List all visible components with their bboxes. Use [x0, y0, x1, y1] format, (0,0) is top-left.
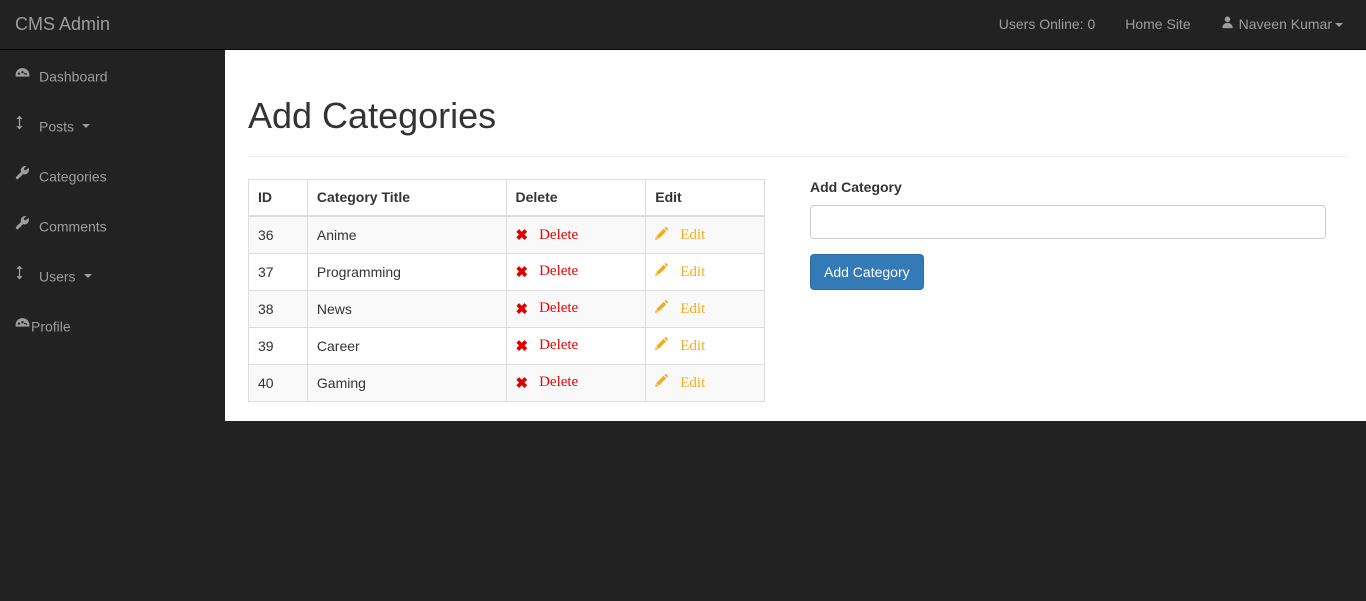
cell-id: 39 [248, 326, 308, 365]
dashboard-icon [15, 300, 31, 350]
add-category-label: Add Category [810, 178, 902, 195]
pencil-icon [655, 263, 669, 279]
content-inner: Add Categories ID Category Title Delete … [225, 50, 1366, 402]
cell-id: 38 [248, 289, 308, 328]
pencil-icon [655, 226, 669, 243]
sidebar-item-label: Categories [39, 168, 107, 185]
categories-table: ID Category Title Delete Edit 36 Anime ✖… [248, 178, 765, 402]
title-divider [248, 155, 1348, 157]
sidebar-item-comments[interactable]: Comments [0, 200, 225, 250]
chevron-down-icon [83, 274, 92, 279]
cell-category-title: Anime [306, 215, 507, 254]
cell-edit: Edit [645, 363, 765, 402]
table-row: 37 Programming ✖ Delete Edit [248, 252, 765, 291]
column-header-id: ID [248, 178, 308, 218]
sidebar-item-categories[interactable]: Categories [0, 150, 225, 200]
cell-edit: Edit [645, 326, 765, 365]
sidebar-item-label: Comments [39, 218, 107, 235]
table-header-row: ID Category Title Delete Edit [248, 178, 765, 218]
cell-id: 36 [248, 215, 308, 254]
cell-category-title: Gaming [306, 363, 507, 402]
column-header-category-title: Category Title [306, 178, 507, 218]
table-row: 39 Career ✖ Delete Edit [248, 326, 765, 365]
sidebar-item-dashboard[interactable]: Dashboard [0, 50, 225, 100]
delete-link[interactable]: Delete [539, 374, 578, 390]
edit-link[interactable]: Edit [680, 375, 705, 391]
chevron-down-icon [82, 124, 91, 129]
cell-delete: ✖ Delete [505, 215, 647, 254]
user-dropdown-toggle[interactable]: Naveen Kumar [1206, 0, 1358, 49]
column-header-edit: Edit [645, 178, 765, 218]
user-icon [1221, 0, 1234, 49]
edit-link[interactable]: Edit [680, 227, 705, 243]
sidebar-item-users[interactable]: Users [0, 250, 225, 300]
sidebar-item-profile[interactable]: Profile [0, 300, 225, 350]
content-columns: ID Category Title Delete Edit 36 Anime ✖… [248, 178, 1348, 402]
edit-link[interactable]: Edit [680, 301, 705, 317]
page-title: Add Categories [248, 95, 497, 136]
table-head: ID Category Title Delete Edit [248, 178, 765, 218]
delete-link[interactable]: Delete [539, 300, 578, 316]
user-dropdown-label: Naveen Kumar [1238, 16, 1332, 32]
pencil-icon [655, 337, 669, 353]
column-header-delete: Delete [505, 178, 647, 218]
add-category-form-column: Add Category Add Category [810, 179, 1326, 402]
arrows-v-icon [15, 100, 33, 150]
cell-edit: Edit [645, 215, 765, 254]
sidebar-item-label: Dashboard [39, 68, 108, 85]
wrench-icon [15, 150, 33, 200]
users-online-link[interactable]: Users Online: 0 [984, 0, 1110, 49]
navbar-right-menu: Users Online: 0 Home Site Naveen Kumar [984, 0, 1358, 49]
delete-link[interactable]: Delete [539, 263, 578, 279]
top-navbar: CMS Admin Users Online: 0 Home Site Nave… [0, 0, 1366, 50]
table-row: 38 News ✖ Delete Edit [248, 289, 765, 328]
table-row: 40 Gaming ✖ Delete Edit [248, 363, 765, 402]
edit-link[interactable]: Edit [680, 264, 705, 280]
cell-edit: Edit [645, 252, 765, 291]
cell-delete: ✖ Delete [505, 326, 647, 365]
main-content: Add Categories ID Category Title Delete … [225, 50, 1366, 421]
pencil-icon [655, 374, 669, 390]
sidebar-item-label: Posts [39, 118, 75, 135]
cell-id: 40 [248, 363, 308, 402]
sidebar-item-label: Profile [31, 318, 71, 335]
delete-link[interactable]: Delete [539, 337, 578, 353]
times-icon: ✖ [515, 337, 529, 355]
sidebar-item-label: Users [39, 268, 76, 285]
categories-table-column: ID Category Title Delete Edit 36 Anime ✖… [248, 178, 781, 402]
times-icon: ✖ [515, 226, 529, 244]
wrench-icon [15, 200, 33, 250]
cell-category-title: Career [306, 326, 507, 365]
table-body: 36 Anime ✖ Delete Edit 37 Programming ✖ … [248, 215, 765, 402]
cell-id: 37 [248, 252, 308, 291]
home-site-link[interactable]: Home Site [1110, 0, 1205, 49]
times-icon: ✖ [515, 300, 529, 318]
cell-edit: Edit [645, 289, 765, 328]
sidebar: Dashboard Posts Categories Comments User… [0, 50, 225, 601]
times-icon: ✖ [515, 374, 529, 392]
add-category-input[interactable] [810, 204, 1326, 239]
table-row: 36 Anime ✖ Delete Edit [248, 215, 765, 254]
add-category-button[interactable]: Add Category [810, 253, 924, 290]
pencil-icon [655, 300, 669, 316]
edit-link[interactable]: Edit [680, 338, 705, 354]
cell-category-title: News [306, 289, 507, 328]
dashboard-icon [15, 50, 33, 100]
sidebar-item-posts[interactable]: Posts [0, 100, 225, 150]
navbar-brand[interactable]: CMS Admin [15, 0, 125, 49]
chevron-down-icon [1335, 23, 1343, 28]
cell-delete: ✖ Delete [505, 363, 647, 402]
delete-link[interactable]: Delete [539, 227, 578, 243]
cell-delete: ✖ Delete [505, 289, 647, 328]
cell-category-title: Programming [306, 252, 507, 291]
cell-delete: ✖ Delete [505, 252, 647, 291]
times-icon: ✖ [515, 263, 529, 281]
arrows-v-icon [15, 250, 33, 300]
